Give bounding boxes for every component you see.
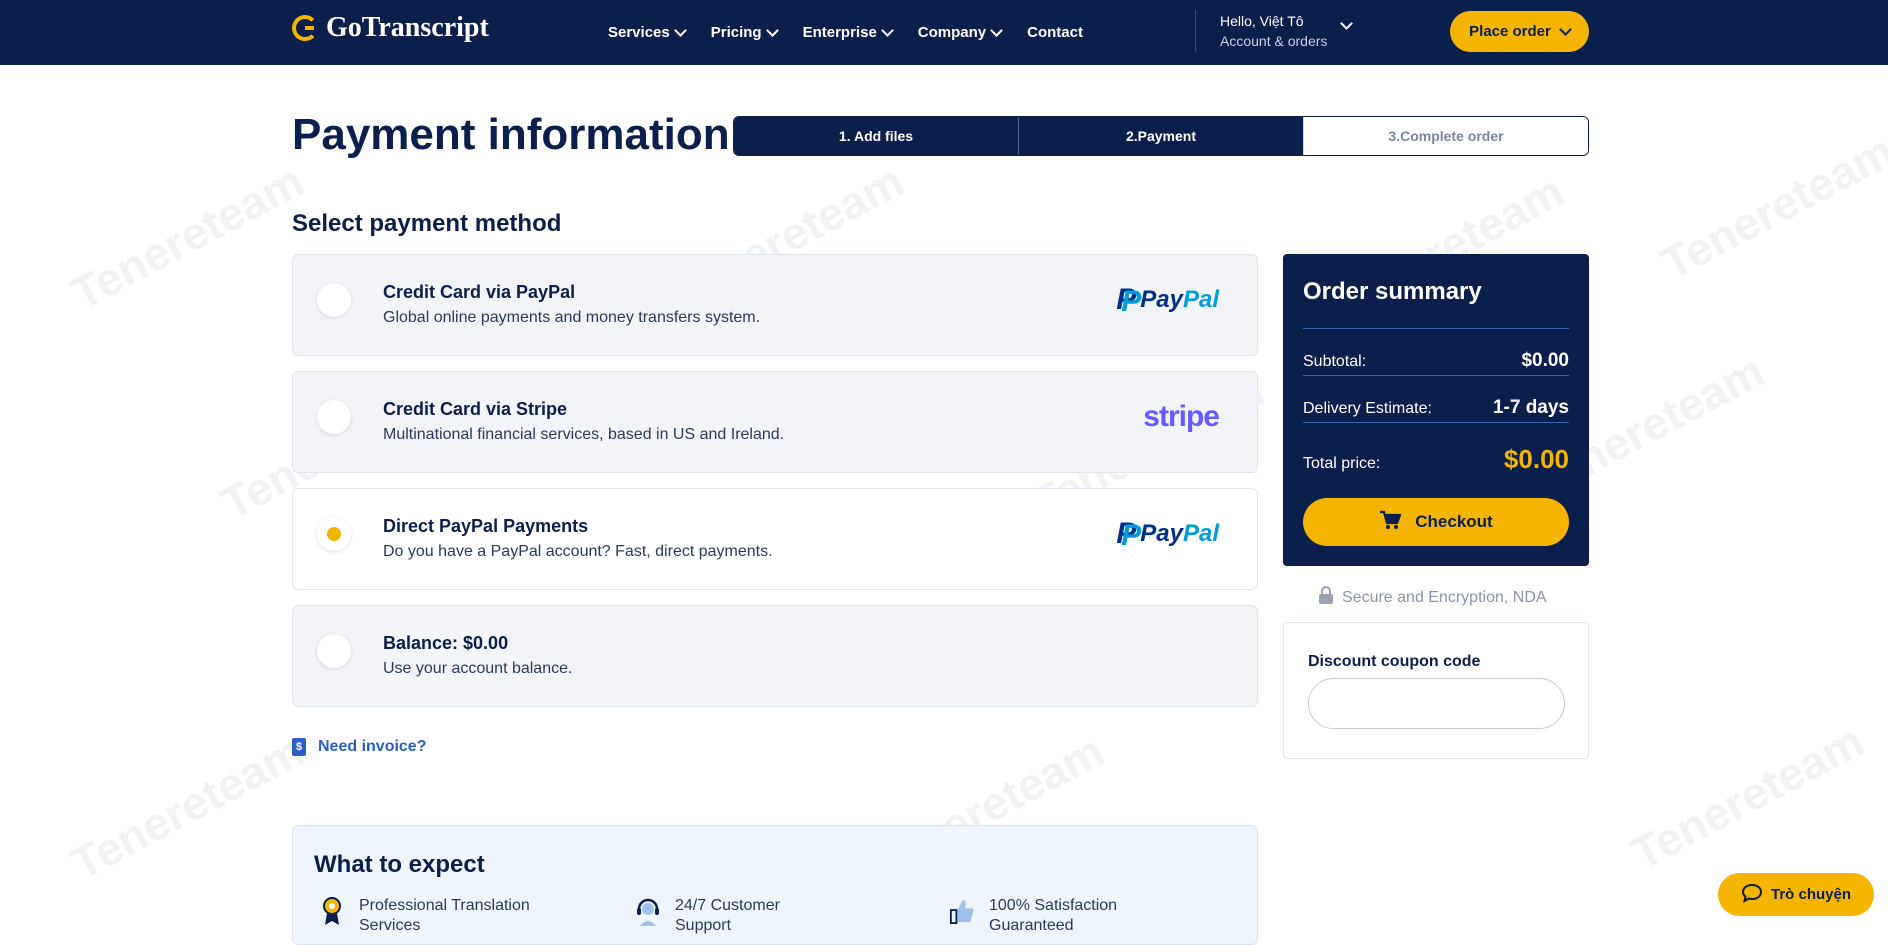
logo-text: GoTranscript [326, 12, 489, 43]
chat-bubble-icon [1741, 883, 1763, 907]
expect-item: Professional Translation Services [319, 896, 559, 936]
step-add-files[interactable]: 1. Add files [734, 117, 1018, 155]
watermark: Tenereteam [62, 724, 313, 890]
checkout-button[interactable]: Checkout [1303, 498, 1569, 546]
award-icon [319, 896, 345, 926]
chevron-down-icon [673, 23, 687, 37]
delivery-value: 1-7 days [1492, 397, 1569, 418]
payment-option-stripe[interactable]: Credit Card via Stripe Multinational fin… [292, 371, 1258, 473]
section-title: Select payment method [292, 210, 562, 237]
watermark: Tenereteam [62, 154, 313, 320]
paypal-icon: PP [1116, 517, 1142, 552]
need-invoice-link[interactable]: $ Need invoice? [292, 738, 426, 756]
chat-label: Trò chuyện [1770, 886, 1852, 903]
nav-pricing[interactable]: Pricing [711, 23, 779, 41]
what-to-expect-panel: What to expect Professional Translation … [292, 825, 1258, 945]
account-label: Account & orders [1220, 33, 1328, 49]
summary-divider [1303, 375, 1569, 376]
payment-title: Credit Card via Stripe [383, 399, 568, 419]
secure-note: Secure and Encryption, NDA [1318, 585, 1547, 610]
payment-title: Credit Card via PayPal [383, 282, 576, 302]
expect-item-label: Professional Translation Services [359, 897, 530, 934]
radio-button[interactable] [317, 400, 351, 434]
invoice-label: Need invoice? [318, 738, 427, 755]
radio-button[interactable] [317, 634, 351, 668]
step-payment: 2.Payment [1018, 117, 1303, 155]
header-divider [1195, 10, 1196, 52]
delivery-row: Delivery Estimate: 1-7 days [1303, 397, 1569, 419]
payment-description: Use your account balance. [383, 660, 573, 677]
payment-title: Balance: $0.00 [383, 633, 509, 653]
thumbs-up-icon [949, 896, 975, 926]
paypal-logo: PP PayPal [1116, 517, 1219, 552]
order-summary-panel: Order summary Subtotal: $0.00 Delivery E… [1283, 254, 1589, 566]
subtotal-label: Subtotal: [1303, 353, 1367, 370]
checkout-label: Checkout [1415, 512, 1493, 531]
account-greeting: Hello, Việt Tô [1220, 13, 1304, 29]
top-navbar: GoTranscript Services Pricing Enterprise… [0, 0, 1888, 65]
coupon-label: Discount coupon code [1308, 653, 1481, 670]
radio-button-selected[interactable] [317, 517, 351, 551]
step-complete-order: 3.Complete order [1303, 117, 1588, 155]
nav-company[interactable]: Company [918, 23, 1004, 41]
payment-option-direct-paypal[interactable]: Direct PayPal Payments Do you have a Pay… [292, 488, 1258, 590]
headset-icon [635, 896, 661, 926]
stripe-logo: stripe [1143, 400, 1220, 433]
account-menu[interactable]: Hello, Việt Tô Account & orders [1220, 11, 1327, 51]
lock-icon [1318, 585, 1334, 610]
place-order-button[interactable]: Place order [1450, 11, 1589, 52]
coupon-panel: Discount coupon code [1283, 622, 1589, 759]
payment-option-balance[interactable]: Balance: $0.00 Use your account balance. [292, 605, 1258, 707]
main-nav: Services Pricing Enterprise Company Cont… [608, 0, 1083, 65]
radio-button[interactable] [317, 283, 351, 317]
chevron-down-icon [1558, 22, 1572, 36]
chevron-down-icon [765, 23, 779, 37]
logo[interactable]: GoTranscript [292, 12, 489, 44]
payment-title: Direct PayPal Payments [383, 516, 589, 536]
chat-button[interactable]: Trò chuyện [1718, 873, 1874, 916]
summary-divider [1303, 422, 1569, 423]
payment-description: Multinational financial services, based … [383, 426, 785, 443]
nav-services[interactable]: Services [608, 23, 687, 41]
expect-item: 24/7 Customer Support [635, 896, 815, 936]
chevron-down-icon [990, 23, 1004, 37]
summary-divider [1303, 328, 1569, 329]
subtotal-row: Subtotal: $0.00 [1303, 350, 1569, 372]
expect-title: What to expect [314, 851, 485, 878]
cart-icon [1379, 510, 1402, 535]
page-title: Payment information [292, 110, 730, 159]
payment-description: Global online payments and money transfe… [383, 309, 761, 326]
delivery-label: Delivery Estimate: [1303, 400, 1432, 417]
payment-description: Do you have a PayPal account? Fast, dire… [383, 543, 773, 560]
total-row: Total price: $0.00 [1303, 444, 1569, 475]
paypal-wordmark: PayPal [1140, 286, 1219, 313]
secure-text: Secure and Encryption, NDA [1342, 588, 1547, 606]
logo-icon [292, 15, 318, 41]
invoice-icon: $ [292, 738, 306, 756]
watermark: Tenereteam [1652, 124, 1888, 290]
total-value: $0.00 [1503, 444, 1569, 474]
chevron-down-icon[interactable] [1340, 17, 1353, 30]
summary-title: Order summary [1303, 278, 1482, 305]
watermark: Tenereteam [1622, 714, 1873, 880]
nav-enterprise[interactable]: Enterprise [803, 23, 894, 41]
chevron-down-icon [880, 23, 894, 37]
paypal-logo: PP PayPal [1116, 283, 1219, 318]
coupon-input[interactable] [1308, 678, 1565, 729]
total-label: Total price: [1303, 455, 1381, 472]
payment-option-paypal-card[interactable]: Credit Card via PayPal Global online pay… [292, 254, 1258, 356]
paypal-icon: PP [1116, 283, 1142, 318]
subtotal-value: $0.00 [1521, 350, 1569, 371]
expect-item-label: 24/7 Customer Support [675, 897, 780, 934]
nav-contact[interactable]: Contact [1027, 24, 1083, 41]
expect-item: 100% Satisfaction Guaranteed [949, 896, 1149, 936]
paypal-wordmark: PayPal [1140, 520, 1219, 547]
checkout-stepper: 1. Add files 2.Payment 3.Complete order [733, 116, 1589, 156]
expect-item-label: 100% Satisfaction Guaranteed [989, 897, 1118, 934]
